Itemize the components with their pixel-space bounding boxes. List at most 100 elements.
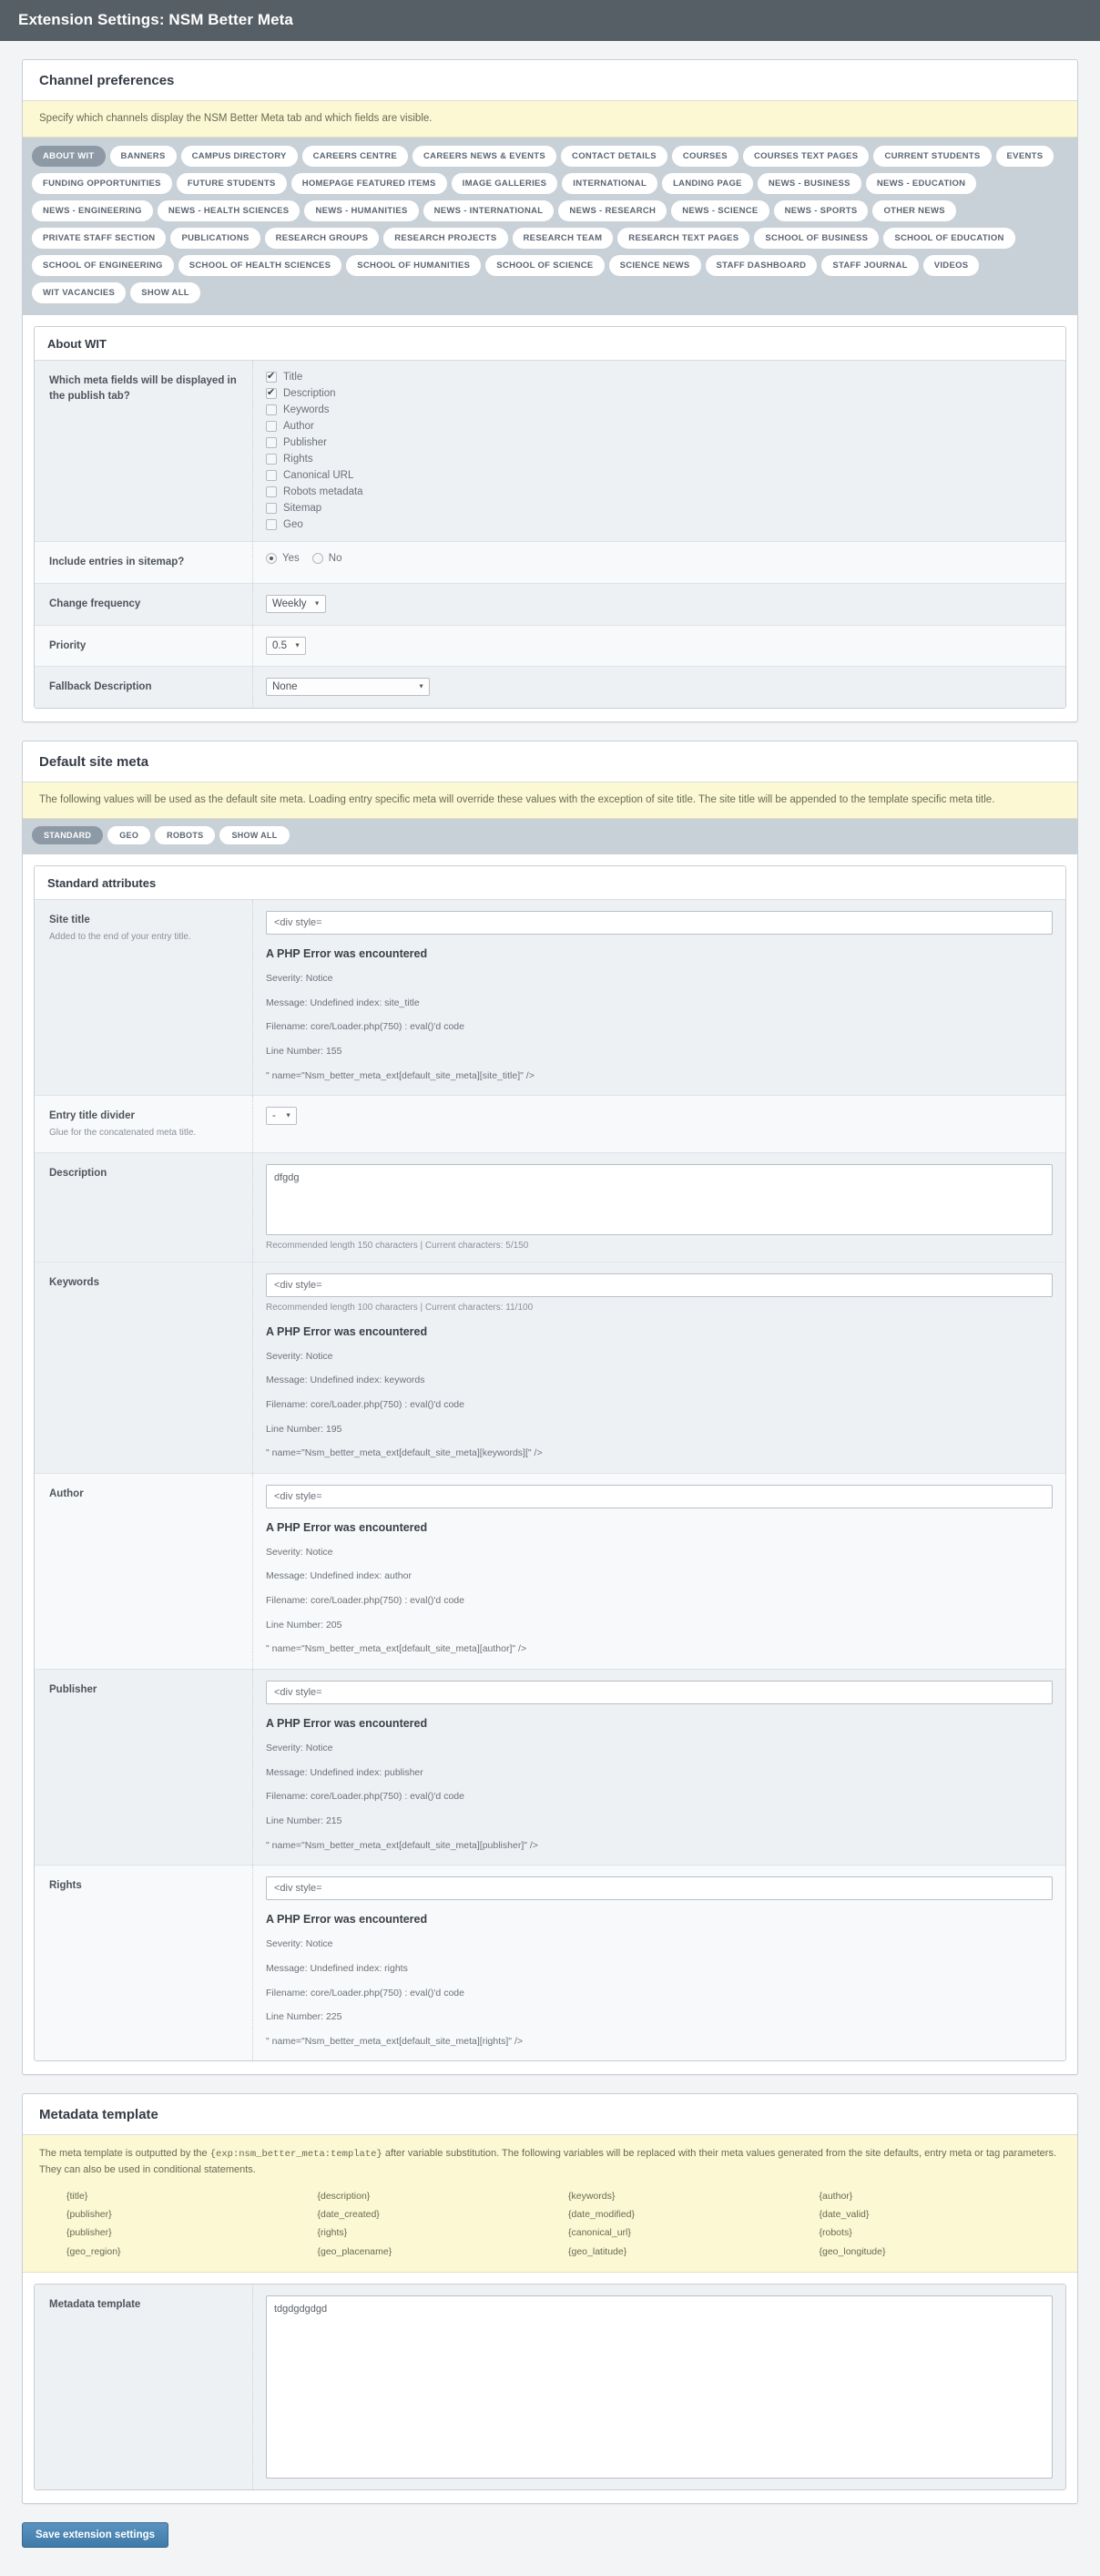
meta-field-checkbox-row[interactable]: Description [266, 386, 1053, 400]
channel-pill[interactable]: RESEARCH TEXT PAGES [617, 228, 750, 250]
channel-pill[interactable]: SCHOOL OF BUSINESS [754, 228, 880, 250]
channel-pill[interactable]: INTERNATIONAL [562, 173, 658, 195]
channel-pill[interactable]: SHOW ALL [130, 282, 200, 304]
site-meta-text-input[interactable] [266, 911, 1053, 935]
meta-field-checkbox-row[interactable]: Canonical URL [266, 470, 1053, 482]
priority-select[interactable]: 0.5 [266, 636, 306, 655]
site-meta-text-input[interactable] [266, 1484, 1053, 1508]
channel-pill[interactable]: IMAGE GALLERIES [451, 173, 558, 195]
site-meta-row-label-text: Site title [49, 915, 90, 926]
channel-pill[interactable]: PRIVATE STAFF SECTION [32, 228, 167, 250]
meta-field-checkbox-row[interactable]: Title [266, 370, 1053, 383]
channel-pill[interactable]: SCIENCE NEWS [608, 255, 701, 277]
channel-pill[interactable]: NEWS - ENGINEERING [32, 200, 153, 222]
php-error-message: Message: Undefined index: keywords [266, 1375, 425, 1386]
channel-pill[interactable]: NEWS - RESEARCH [558, 200, 667, 222]
channel-pill[interactable]: SCHOOL OF ENGINEERING [32, 255, 174, 277]
channel-pill[interactable]: NEWS - HEALTH SCIENCES [157, 200, 300, 222]
checkbox-icon[interactable] [266, 386, 277, 400]
sitemap-no-label: No [328, 553, 342, 565]
meta-field-checkbox-row[interactable]: Author [266, 421, 1053, 433]
checkbox-icon[interactable] [266, 470, 277, 482]
description-textarea[interactable]: dfgdg [266, 1164, 1053, 1235]
site-meta-text-input[interactable] [266, 1681, 1053, 1705]
sitemap-yes-radio[interactable] [266, 553, 277, 565]
channel-pill[interactable]: HOMEPAGE FEATURED ITEMS [290, 173, 447, 195]
channel-pill[interactable]: PUBLICATIONS [170, 228, 260, 250]
channel-pill[interactable]: VIDEOS [922, 255, 980, 277]
checkbox-icon[interactable] [266, 421, 277, 433]
channel-pill[interactable]: EVENTS [995, 146, 1054, 168]
save-extension-settings-button[interactable]: Save extension settings [22, 2521, 169, 2548]
fallback-description-select[interactable]: None [266, 678, 430, 697]
save-bar: Save extension settings [0, 2521, 1100, 2548]
meta-field-label: Geo [283, 519, 303, 531]
metadata-template-field-label: Metadata template [35, 2284, 253, 2489]
site-meta-text-input[interactable] [266, 1273, 1053, 1297]
site-meta-tab[interactable]: STANDARD [32, 826, 104, 845]
channel-pill[interactable]: COURSES TEXT PAGES [742, 146, 870, 168]
channel-pill[interactable]: RESEARCH PROJECTS [383, 228, 508, 250]
site-meta-text-input[interactable] [266, 1876, 1053, 1901]
channel-pill[interactable]: NEWS - INTERNATIONAL [423, 200, 555, 222]
channel-pill-list: ABOUT WIT BANNERS CAMPUS DIRECTORY CAREERS … [23, 138, 1077, 316]
php-error-heading: A PHP Error was encountered [266, 1324, 428, 1338]
checkbox-icon[interactable] [266, 404, 277, 416]
channel-pill[interactable]: STAFF DASHBOARD [705, 255, 818, 277]
checkbox-icon[interactable] [266, 503, 277, 515]
channel-pill[interactable]: SCHOOL OF SCIENCE [485, 255, 605, 277]
change-frequency-field: Weekly [253, 584, 1065, 625]
channel-pill[interactable]: RESEARCH GROUPS [264, 228, 380, 250]
channel-pill[interactable]: OTHER NEWS [872, 200, 956, 222]
entry-title-divider-select[interactable]: - [266, 1107, 297, 1126]
meta-field-checkbox-row[interactable]: Publisher [266, 437, 1053, 449]
channel-pill[interactable]: BANNERS [109, 146, 177, 168]
channel-pill[interactable]: SCHOOL OF EDUCATION [883, 228, 1015, 250]
site-meta-row-label: Keywords [35, 1262, 253, 1473]
sitemap-no-radio[interactable] [311, 553, 323, 565]
channel-pill[interactable]: LANDING PAGE [662, 173, 753, 195]
channel-pill[interactable]: NEWS - BUSINESS [757, 173, 861, 195]
channel-pill[interactable]: NEWS - EDUCATION [865, 173, 977, 195]
meta-field-checkbox-row[interactable]: Sitemap [266, 503, 1053, 515]
site-meta-row-field: Recommended length 100 characters | Curr… [253, 1262, 1065, 1473]
channel-pill[interactable]: NEWS - SCIENCE [671, 200, 769, 222]
checkbox-icon[interactable] [266, 454, 277, 465]
meta-field-checkbox-row[interactable]: Keywords [266, 404, 1053, 416]
channel-pill[interactable]: FUTURE STUDENTS [176, 173, 287, 195]
metadata-template-panel: Metadata template The meta template is o… [22, 2093, 1078, 2504]
channel-pill[interactable]: CAMPUS DIRECTORY [180, 146, 298, 168]
channel-pill[interactable]: ABOUT WIT [32, 146, 106, 168]
site-meta-tab[interactable]: GEO [107, 826, 151, 845]
channel-pill[interactable]: WIT VACANCIES [32, 282, 127, 304]
default-site-meta-heading: Default site meta [23, 741, 1077, 782]
sitemap-label: Include entries in sitemap? [35, 542, 253, 583]
channel-pill[interactable]: STAFF JOURNAL [821, 255, 919, 277]
channel-pill[interactable]: CONTACT DETAILS [561, 146, 667, 168]
site-meta-row-label: Rights [35, 1866, 253, 2061]
site-meta-row: Rights A PHP Error was encountered Severit… [35, 1866, 1065, 2061]
change-frequency-select[interactable]: Weekly [266, 594, 326, 613]
checkbox-icon[interactable] [266, 437, 277, 449]
checkbox-icon[interactable] [266, 486, 277, 498]
site-meta-tab[interactable]: SHOW ALL [219, 826, 290, 845]
meta-field-checkbox-row[interactable]: Robots metadata [266, 486, 1053, 498]
channel-pill[interactable]: FUNDING OPPORTUNITIES [32, 173, 172, 195]
channel-pill[interactable]: NEWS - HUMANITIES [304, 200, 419, 222]
fallback-description-label: Fallback Description [35, 667, 253, 708]
meta-field-checkbox-row[interactable]: Geo [266, 519, 1053, 531]
channel-pill[interactable]: NEWS - SPORTS [773, 200, 869, 222]
channel-pill[interactable]: SCHOOL OF HUMANITIES [346, 255, 482, 277]
default-site-meta-note: The following values will be used as the… [23, 782, 1077, 820]
metadata-template-textarea[interactable]: tdgdgdgdgd [266, 2295, 1053, 2479]
checkbox-icon[interactable] [266, 519, 277, 531]
checkbox-icon[interactable] [266, 370, 277, 383]
channel-pill[interactable]: RESEARCH TEAM [512, 228, 614, 250]
channel-pill[interactable]: CAREERS NEWS & EVENTS [412, 146, 557, 168]
channel-pill[interactable]: CURRENT STUDENTS [873, 146, 992, 168]
site-meta-tab[interactable]: ROBOTS [155, 826, 216, 845]
channel-pill[interactable]: COURSES [671, 146, 738, 168]
channel-pill[interactable]: SCHOOL OF HEALTH SCIENCES [178, 255, 342, 277]
channel-pill[interactable]: CAREERS CENTRE [301, 146, 408, 168]
meta-field-checkbox-row[interactable]: Rights [266, 454, 1053, 465]
